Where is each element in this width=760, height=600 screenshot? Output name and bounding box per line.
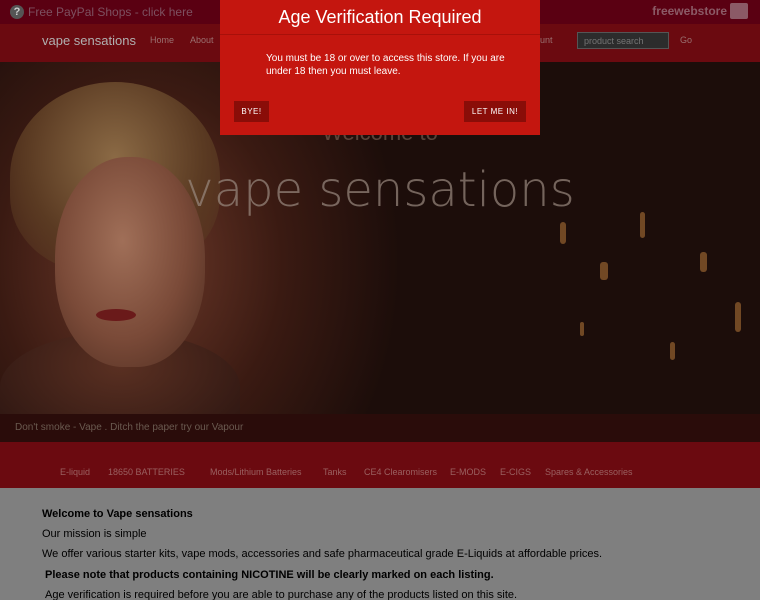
promo-link[interactable]: Free PayPal Shops - click here: [28, 5, 193, 19]
bokeh-light: [580, 322, 584, 336]
hero-image-lips: [96, 309, 136, 321]
modal-message: You must be 18 or over to access this st…: [266, 53, 505, 77]
category-emods[interactable]: E-MODS: [450, 467, 486, 477]
nav-home[interactable]: Home: [150, 35, 174, 45]
bokeh-light: [670, 342, 675, 360]
category-ce4-clearomisers[interactable]: CE4 Clearomisers: [364, 467, 437, 477]
hero-title: vape sensations: [185, 162, 575, 218]
content-heading: Welcome to Vape sensations: [42, 508, 193, 520]
hero-caption-bar: Don't smoke - Vape . Ditch the paper try…: [0, 414, 760, 442]
content-nicotine-note: Please note that products containing NIC…: [45, 569, 494, 581]
content-line: Age verification is required before you …: [45, 589, 518, 600]
category-18650-batteries[interactable]: 18650 BATTERIES: [108, 467, 185, 477]
freewebstore-label: freewebstore: [652, 4, 727, 18]
bokeh-light: [560, 222, 566, 244]
age-verification-modal: Age Verification Required You must be 18…: [220, 0, 540, 135]
category-tanks[interactable]: Tanks: [323, 467, 347, 477]
modal-header: Age Verification Required: [220, 0, 540, 35]
modal-title: Age Verification Required: [278, 7, 482, 27]
category-ecigs[interactable]: E-CIGS: [500, 467, 531, 477]
search-go-button[interactable]: Go: [680, 35, 692, 45]
nav-about[interactable]: About: [190, 35, 214, 45]
hero-caption: Don't smoke - Vape . Ditch the paper try…: [15, 422, 244, 433]
site-brand[interactable]: vape sensations: [42, 33, 136, 48]
category-spares-accessories[interactable]: Spares & Accessories: [545, 467, 633, 477]
let-me-in-button[interactable]: LET ME IN!: [464, 101, 526, 122]
nav-account[interactable]: unt: [540, 35, 553, 45]
category-mods-lithium[interactable]: Mods/Lithium Batteries: [210, 467, 302, 477]
category-bar: E-liquid 18650 BATTERIES Mods/Lithium Ba…: [0, 442, 760, 488]
product-search-input[interactable]: [577, 32, 669, 49]
category-eliquid[interactable]: E-liquid: [60, 467, 90, 477]
bokeh-light: [600, 262, 608, 280]
content-line: Our mission is simple: [42, 528, 147, 540]
bokeh-light: [700, 252, 707, 272]
store-icon: [730, 3, 748, 19]
freewebstore-logo[interactable]: freewebstore: [652, 3, 748, 19]
help-icon[interactable]: ?: [10, 5, 24, 19]
bokeh-light: [735, 302, 741, 332]
bye-button[interactable]: BYE!: [234, 101, 269, 122]
welcome-content: Welcome to Vape sensations Our mission i…: [0, 488, 760, 600]
content-line: We offer various starter kits, vape mods…: [42, 548, 603, 560]
